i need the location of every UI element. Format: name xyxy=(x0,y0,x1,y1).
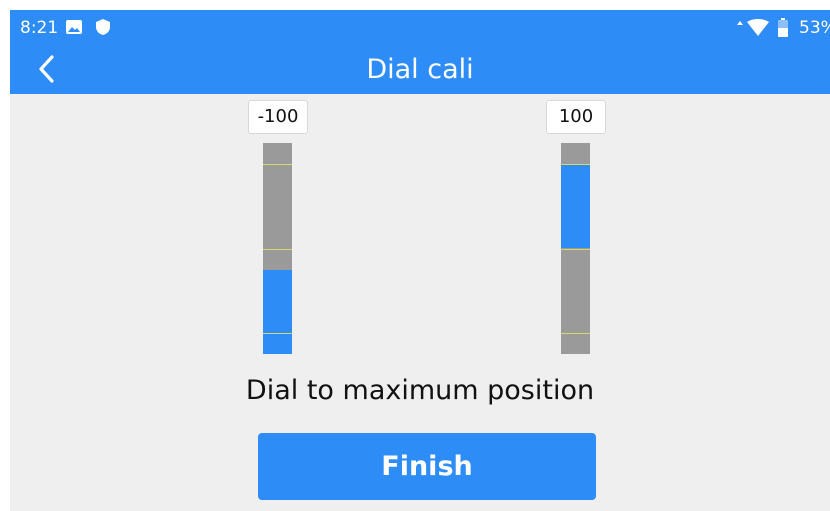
right-dial-track xyxy=(561,143,590,354)
instruction-text: Dial to maximum position xyxy=(245,375,595,406)
left-dial-marker xyxy=(263,249,292,250)
battery-icon xyxy=(777,18,789,42)
page-title: Dial cali xyxy=(366,54,474,85)
app-bar: 8:21 53 Dial cali xyxy=(10,10,830,94)
right-dial-marker xyxy=(561,249,590,250)
battery-percentage: 53% xyxy=(799,18,830,38)
status-time: 8:21 xyxy=(20,18,59,38)
image-icon xyxy=(65,18,83,40)
dial-calibration-screen: 8:21 53 Dial cali -100 100 Dial to maxim… xyxy=(10,10,830,511)
left-dial-marker xyxy=(263,164,292,165)
left-dial-fill xyxy=(263,270,292,354)
right-dial-value: 100 xyxy=(546,100,606,134)
right-dial-fill xyxy=(561,164,590,248)
finish-button[interactable]: Finish xyxy=(258,433,596,500)
right-dial-marker xyxy=(561,333,590,334)
left-dial-track xyxy=(263,143,292,354)
data-arrows-icon xyxy=(736,15,744,34)
wifi-icon xyxy=(746,19,770,41)
left-dial-value: -100 xyxy=(248,100,308,134)
shield-icon xyxy=(95,18,111,40)
left-dial-marker xyxy=(263,333,292,334)
right-dial-marker xyxy=(561,164,590,165)
